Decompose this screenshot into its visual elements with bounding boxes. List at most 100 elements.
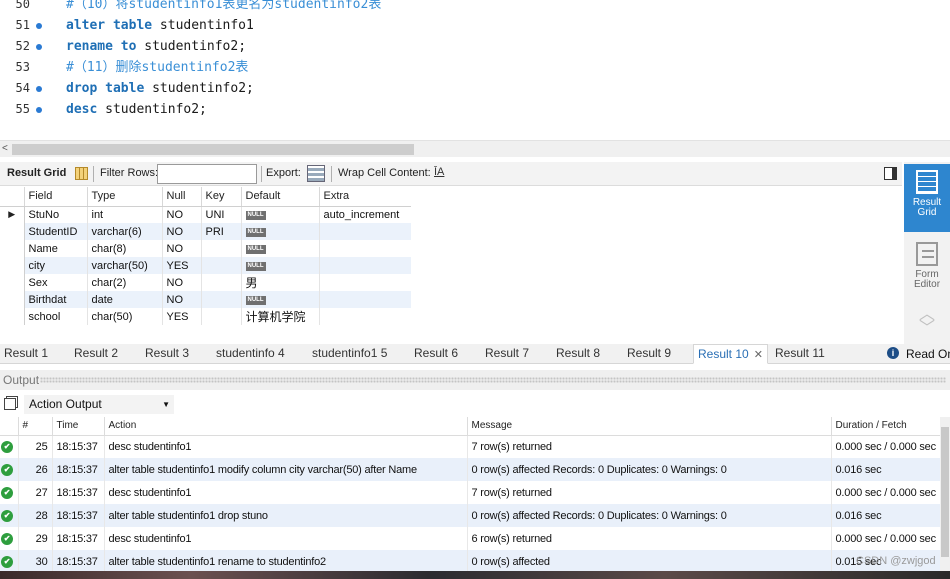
cell-extra[interactable] <box>319 274 412 291</box>
cell-time[interactable]: 18:15:37 <box>52 550 105 573</box>
cell-duration[interactable]: 0.016 sec <box>831 458 950 481</box>
cell-key[interactable] <box>201 308 242 325</box>
cell-extra[interactable] <box>319 240 412 257</box>
close-icon[interactable]: ✕ <box>754 349 763 361</box>
cell-key[interactable] <box>201 291 242 308</box>
cell-null[interactable]: NO <box>162 206 202 223</box>
cell-duration[interactable]: 0.000 sec / 0.000 sec <box>831 435 950 458</box>
panel-drag-handle[interactable] <box>40 377 946 383</box>
filter-rows-input[interactable] <box>157 164 257 184</box>
cell-num[interactable]: 28 <box>18 504 53 527</box>
cell-default[interactable]: 男 <box>241 274 320 291</box>
output-vertical-scrollbar[interactable] <box>940 417 950 579</box>
column-header-time[interactable]: Time <box>52 417 105 436</box>
cell-num[interactable]: 25 <box>18 435 53 458</box>
row-header[interactable] <box>0 308 25 325</box>
cell-default[interactable]: NULL <box>241 240 320 257</box>
column-header-key[interactable]: Key <box>201 187 242 207</box>
cell-time[interactable]: 18:15:37 <box>52 504 105 527</box>
cell-default[interactable]: NULL <box>241 206 320 223</box>
cell-duration[interactable]: 0.016 sec <box>831 504 950 527</box>
result-tab[interactable]: Result 11 <box>775 344 825 364</box>
table-row[interactable]: Birthdat date NO NULL <box>0 291 412 308</box>
cell-num[interactable]: 27 <box>18 481 53 504</box>
cell-field[interactable]: school <box>24 308 88 325</box>
cell-null[interactable]: YES <box>162 257 202 274</box>
row-header[interactable] <box>0 240 25 257</box>
table-row[interactable]: ✔ 27 18:15:37 desc studentinfo1 7 row(s) ret… <box>0 481 950 504</box>
row-header[interactable] <box>0 223 25 240</box>
column-header-default[interactable]: Default <box>241 187 320 207</box>
export-icon[interactable] <box>307 165 325 182</box>
table-row[interactable]: StudentID varchar(6) NO PRI NULL <box>0 223 412 240</box>
table-row[interactable]: city varchar(50) YES NULL <box>0 257 412 274</box>
cell-extra[interactable]: auto_increment <box>319 206 412 223</box>
cell-field[interactable]: Sex <box>24 274 88 291</box>
cell-field[interactable]: StudentID <box>24 223 88 240</box>
cell-extra[interactable] <box>319 291 412 308</box>
code-line[interactable]: 51 alter table studentinfo1 <box>0 15 950 36</box>
toggle-side-panel-icon[interactable] <box>884 167 897 180</box>
cell-message[interactable]: 6 row(s) returned <box>467 527 832 550</box>
cell-key[interactable]: PRI <box>201 223 242 240</box>
cell-duration[interactable]: 0.000 sec / 0.000 sec <box>831 481 950 504</box>
result-tab[interactable]: Result 8 <box>556 344 600 364</box>
table-row[interactable]: ✔ 30 18:15:37 alter table studentinfo1 rena… <box>0 550 950 573</box>
cell-message[interactable]: 0 row(s) affected <box>467 550 832 573</box>
scroll-left-arrow-icon[interactable]: < <box>2 143 12 155</box>
result-tab[interactable]: Result 2 <box>74 344 118 364</box>
cell-action[interactable]: desc studentinfo1 <box>104 435 468 458</box>
cell-null[interactable]: NO <box>162 223 202 240</box>
column-header-num[interactable]: # <box>18 417 53 436</box>
column-header-type[interactable]: Type <box>87 187 163 207</box>
cell-default[interactable]: NULL <box>241 257 320 274</box>
column-header-null[interactable]: Null <box>162 187 202 207</box>
cell-type[interactable]: char(2) <box>87 274 163 291</box>
code-line[interactable]: 53 #（11）删除studentinfo2表 <box>0 57 950 78</box>
cell-time[interactable]: 18:15:37 <box>52 481 105 504</box>
row-header[interactable] <box>0 291 25 308</box>
cell-default[interactable]: NULL <box>241 291 320 308</box>
cell-num[interactable]: 30 <box>18 550 53 573</box>
cell-type[interactable]: varchar(50) <box>87 257 163 274</box>
cell-time[interactable]: 18:15:37 <box>52 458 105 481</box>
code-line[interactable]: 52 rename to studentinfo2; <box>0 36 950 57</box>
form-editor-view-button[interactable]: Form Editor <box>904 238 950 298</box>
cell-null[interactable]: YES <box>162 308 202 325</box>
code-line[interactable]: 55 desc studentinfo2; <box>0 99 950 120</box>
cell-field[interactable]: city <box>24 257 88 274</box>
column-header-action[interactable]: Action <box>104 417 468 436</box>
table-row[interactable]: ✔ 26 18:15:37 alter table studentinfo1 modi… <box>0 458 950 481</box>
row-header[interactable] <box>0 274 25 291</box>
cell-null[interactable]: NO <box>162 274 202 291</box>
cell-default[interactable]: 计算机学院 <box>241 308 320 325</box>
cell-type[interactable]: varchar(6) <box>87 223 163 240</box>
grid-view-icon[interactable] <box>75 167 88 180</box>
cell-time[interactable]: 18:15:37 <box>52 435 105 458</box>
cell-message[interactable]: 0 row(s) affected Records: 0 Duplicates:… <box>467 458 832 481</box>
result-tab[interactable]: studentinfo 4 <box>216 344 285 364</box>
cell-type[interactable]: char(8) <box>87 240 163 257</box>
cell-field[interactable]: Birthdat <box>24 291 88 308</box>
scrollbar-thumb[interactable] <box>12 144 414 155</box>
cell-action[interactable]: alter table studentinfo1 rename to stude… <box>104 550 468 573</box>
cell-null[interactable]: NO <box>162 291 202 308</box>
table-row[interactable]: ✔ 29 18:15:37 desc studentinfo1 6 row(s) ret… <box>0 527 950 550</box>
cell-extra[interactable] <box>319 308 412 325</box>
output-type-select[interactable]: Action Output ▼ <box>24 395 174 414</box>
cell-type[interactable]: char(50) <box>87 308 163 325</box>
scrollbar-thumb[interactable] <box>941 427 949 557</box>
cell-duration[interactable]: 0.000 sec / 0.000 sec <box>831 527 950 550</box>
cell-type[interactable]: date <box>87 291 163 308</box>
cell-type[interactable]: int <box>87 206 163 223</box>
cell-default[interactable]: NULL <box>241 223 320 240</box>
cell-null[interactable]: NO <box>162 240 202 257</box>
code-line[interactable]: 54 drop table studentinfo2; <box>0 78 950 99</box>
result-tab[interactable]: Result 9 <box>627 344 671 364</box>
result-tab[interactable]: studentinfo1 5 <box>312 344 387 364</box>
cell-key[interactable] <box>201 274 242 291</box>
cell-key[interactable] <box>201 257 242 274</box>
cell-field[interactable]: Name <box>24 240 88 257</box>
table-row[interactable]: ✔ 28 18:15:37 alter table studentinfo1 drop… <box>0 504 950 527</box>
cell-key[interactable] <box>201 240 242 257</box>
